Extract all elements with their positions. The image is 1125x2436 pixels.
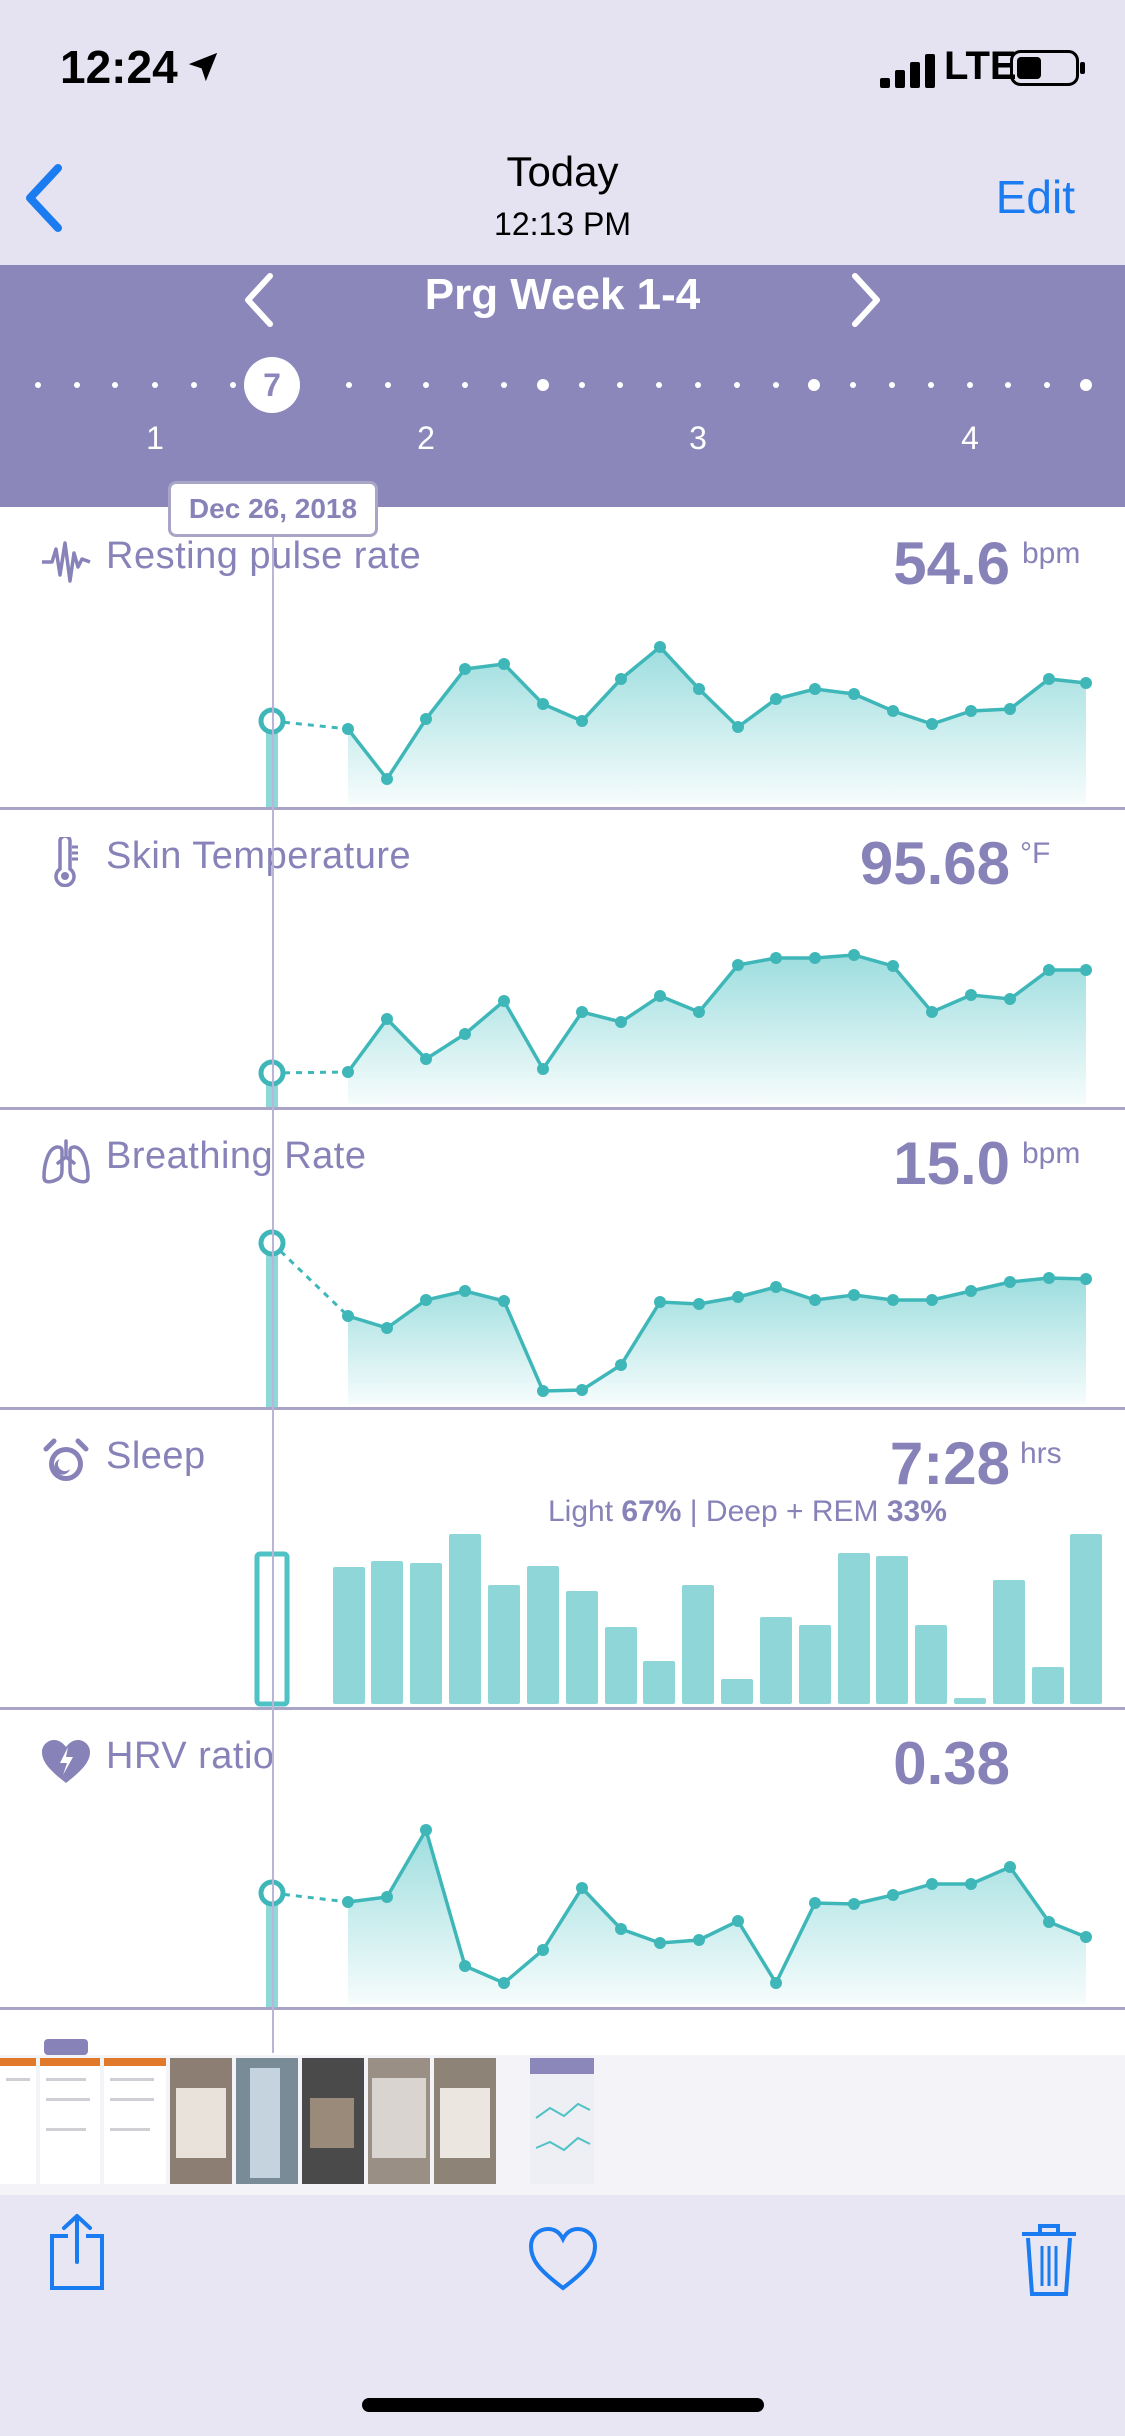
- date-cursor-badge: Dec 26, 2018: [168, 481, 378, 537]
- hrv-panel[interactable]: HRV ratio 0.38: [0, 1707, 1125, 2010]
- lungs-icon: [42, 1139, 90, 1184]
- week-number: 3: [689, 420, 707, 456]
- pulse-wave-icon: [42, 541, 91, 583]
- light-percent: 67%: [621, 1495, 682, 1528]
- signal-bars-icon: [880, 54, 935, 88]
- selected-day-number: 7: [263, 367, 281, 403]
- favorite-heart-icon[interactable]: [527, 2226, 599, 2292]
- sleep-unit: hrs: [1020, 1437, 1062, 1470]
- week-number: 4: [961, 420, 979, 456]
- pulse-unit: bpm: [1022, 537, 1081, 570]
- daily-log-icon: [44, 2039, 88, 2055]
- temperature-label: Skin Temperature: [106, 835, 412, 877]
- thermometer-icon: [54, 837, 78, 887]
- sleep-panel[interactable]: Sleep 7:28 hrs Light 67% | Deep + REM 33…: [0, 1407, 1125, 1710]
- deep-rem-percent: 33%: [886, 1495, 947, 1528]
- nav-subtitle: 12:13 PM: [494, 206, 631, 242]
- status-time: 12:24: [60, 41, 178, 93]
- location-arrow-icon: [188, 52, 218, 82]
- hrv-label: HRV ratio: [106, 1735, 275, 1777]
- breathing-label: Breathing Rate: [106, 1135, 367, 1177]
- trash-icon[interactable]: [1018, 2222, 1080, 2298]
- date-cursor-line[interactable]: [272, 505, 274, 2053]
- nav-title: Today: [506, 148, 619, 195]
- edit-button[interactable]: Edit: [996, 170, 1075, 224]
- temperature-panel[interactable]: Skin Temperature 95.68 °F: [0, 807, 1125, 1110]
- deep-rem-label: | Deep + REM: [689, 1495, 879, 1528]
- share-icon[interactable]: [46, 2212, 108, 2292]
- breathing-panel[interactable]: Breathing Rate 15.0 bpm: [0, 1107, 1125, 1410]
- breathing-unit: bpm: [1022, 1137, 1081, 1170]
- home-indicator[interactable]: [362, 2398, 764, 2412]
- sleep-value: 7:28: [889, 1430, 1010, 1497]
- week-title: Prg Week 1-4: [424, 270, 701, 319]
- week-number: 1: [146, 420, 164, 456]
- day-timeline[interactable]: 7: [0, 355, 1125, 415]
- sleep-breakdown: Light 67% | Deep + REM 33%: [548, 1495, 947, 1529]
- next-week-chevron-icon[interactable]: [845, 272, 885, 328]
- week-number: 2: [417, 420, 435, 456]
- temperature-unit: °F: [1020, 837, 1051, 870]
- heart-bolt-icon: [42, 1740, 90, 1783]
- pulse-label: Resting pulse rate: [106, 535, 422, 577]
- hrv-value: 0.38: [893, 1730, 1010, 1797]
- metrics-list: Resting pulse rate 54.6 bpm Skin Tempera…: [0, 507, 1125, 2055]
- temperature-value: 95.68: [859, 830, 1010, 897]
- battery-icon: [1010, 50, 1085, 86]
- breathing-value: 15.0: [893, 1130, 1010, 1197]
- sleep-label: Sleep: [106, 1435, 206, 1477]
- pulse-value: 54.6: [893, 530, 1010, 597]
- light-label: Light: [548, 1495, 614, 1528]
- photo-thumbnails[interactable]: [0, 2058, 600, 2184]
- carrier-label: LTE: [944, 44, 1017, 88]
- alarm-clock-icon: [43, 1438, 89, 1481]
- pulse-panel[interactable]: Resting pulse rate 54.6 bpm: [0, 507, 1125, 810]
